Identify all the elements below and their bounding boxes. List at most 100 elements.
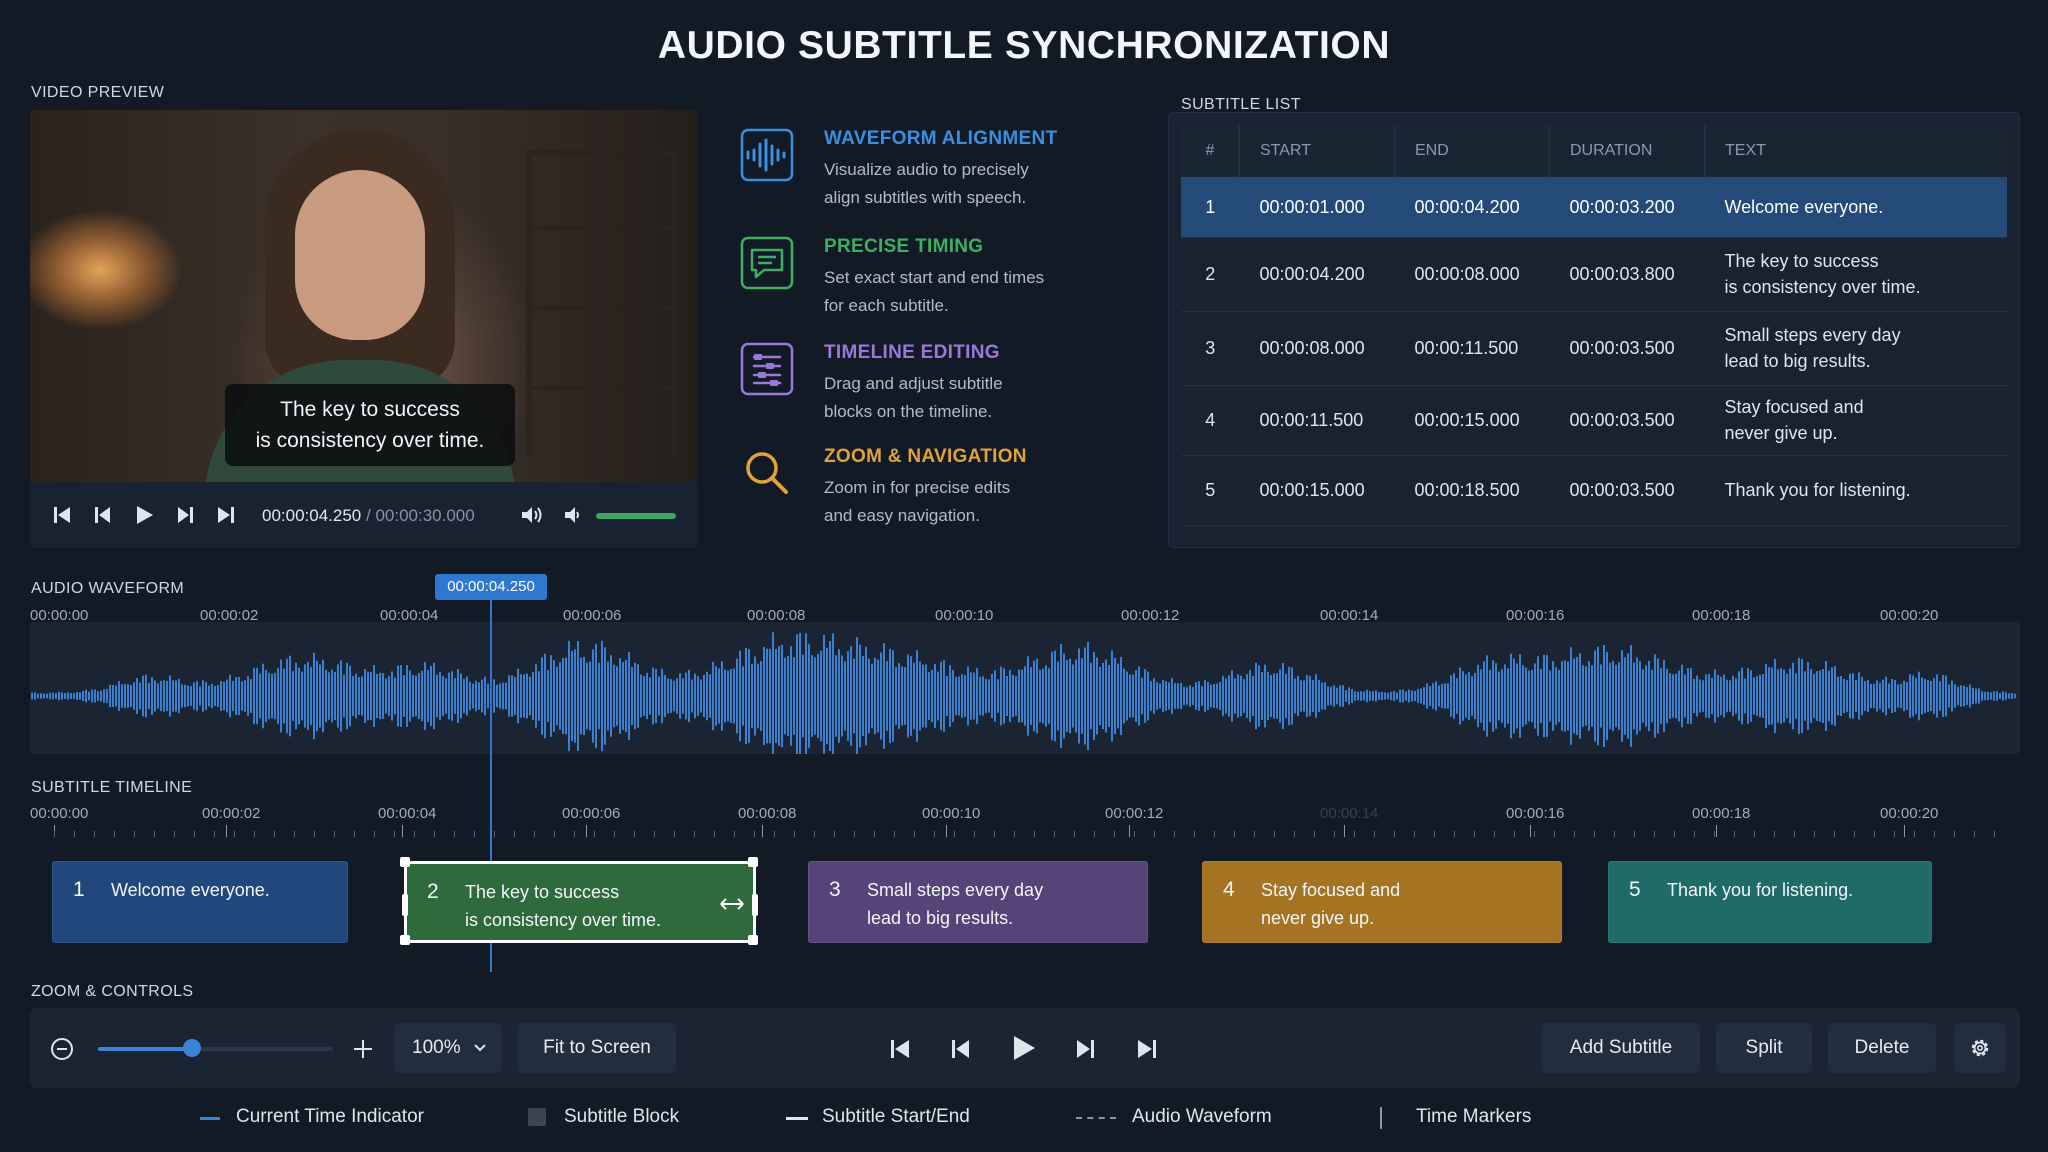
row-number: 2 bbox=[1181, 237, 1240, 312]
video-subtitle-overlay: The key to success is consistency over t… bbox=[225, 384, 515, 466]
subtitle-block-4[interactable]: 4 Stay focused and never give up. bbox=[1202, 861, 1562, 943]
time-marker-label: 00:00:16 bbox=[1506, 805, 1565, 822]
skip-to-end-icon[interactable] bbox=[216, 505, 236, 525]
add-subtitle-button[interactable]: Add Subtitle bbox=[1542, 1023, 1700, 1073]
play-icon[interactable] bbox=[134, 505, 154, 525]
feature-description: Set exact start and end times for each su… bbox=[824, 264, 1124, 320]
time-marker-minor bbox=[1794, 831, 1795, 837]
subtitle-block-line-2: is consistency over time. bbox=[465, 910, 662, 930]
zoom-slider-handle[interactable] bbox=[183, 1039, 201, 1057]
subtitle-block-3[interactable]: 3 Small steps every day lead to big result… bbox=[808, 861, 1148, 943]
row-duration: 00:00:03.800 bbox=[1549, 237, 1705, 312]
time-marker-minor bbox=[254, 831, 255, 837]
zoom-level-select[interactable]: 100% bbox=[394, 1023, 502, 1073]
resize-handle[interactable] bbox=[748, 935, 758, 945]
column-header-end[interactable]: END bbox=[1394, 125, 1550, 177]
time-marker-minor bbox=[1174, 831, 1175, 837]
audio-waveform-panel[interactable] bbox=[30, 622, 2020, 760]
feature-title: WAVEFORM ALIGNMENT bbox=[824, 128, 1058, 149]
subtitle-block-number: 3 bbox=[829, 878, 841, 901]
column-header-start[interactable]: START bbox=[1239, 125, 1395, 177]
time-marker-minor bbox=[834, 831, 835, 837]
time-marker-minor bbox=[734, 831, 735, 837]
time-marker-minor bbox=[1294, 831, 1295, 837]
video-frame[interactable]: The key to success is consistency over t… bbox=[30, 110, 698, 482]
volume-low-icon[interactable] bbox=[563, 505, 583, 525]
subtitle-block-5[interactable]: 5 Thank you for listening. bbox=[1608, 861, 1932, 943]
time-marker-minor bbox=[754, 831, 755, 837]
table-row[interactable]: 5 00:00:15.000 00:00:18.500 00:00:03.500 Tha… bbox=[1181, 455, 2007, 526]
subtitle-block-line-2: lead to big results. bbox=[867, 908, 1014, 928]
table-row[interactable]: 4 00:00:11.500 00:00:15.000 00:00:03.500 Sta… bbox=[1181, 385, 2007, 456]
zoom-in-icon[interactable] bbox=[352, 1038, 374, 1060]
row-text-line-1: Welcome everyone. bbox=[1724, 196, 1884, 217]
resize-handle[interactable] bbox=[748, 857, 758, 867]
delete-button[interactable]: Delete bbox=[1828, 1023, 1936, 1073]
previous-frame-icon[interactable] bbox=[93, 505, 113, 525]
time-marker-label: 00:00:14 bbox=[1320, 805, 1379, 822]
end-trim-handle[interactable] bbox=[752, 894, 758, 916]
row-text: Stay focused and never give up. bbox=[1704, 385, 2007, 456]
time-marker-minor bbox=[934, 831, 935, 837]
subtitle-block-2[interactable]: 2 The key to success is consistency over t… bbox=[400, 857, 758, 945]
start-trim-handle[interactable] bbox=[402, 894, 408, 916]
row-start-time: 00:00:15.000 bbox=[1239, 455, 1395, 526]
volume-icon[interactable] bbox=[520, 505, 544, 525]
subtitle-block-1[interactable]: 1 Welcome everyone. bbox=[52, 861, 348, 943]
row-number: 1 bbox=[1181, 177, 1240, 238]
time-marker-minor bbox=[814, 831, 815, 837]
legend-label: Audio Waveform bbox=[1132, 1106, 1272, 1127]
skip-to-start-icon[interactable] bbox=[52, 505, 72, 525]
row-text: Small steps every day lead to big results… bbox=[1704, 311, 2007, 386]
chevron-down-icon bbox=[474, 1044, 486, 1052]
skip-to-end-icon[interactable] bbox=[1136, 1038, 1158, 1060]
play-icon[interactable] bbox=[1010, 1035, 1036, 1061]
time-marker-minor bbox=[854, 831, 855, 837]
feature-description-line-1: Zoom in for precise edits bbox=[824, 478, 1011, 497]
zoom-level-value: 100% bbox=[412, 1037, 461, 1058]
table-row[interactable]: 2 00:00:04.200 00:00:08.000 00:00:03.800 The… bbox=[1181, 237, 2007, 312]
column-header-duration[interactable]: DURATION bbox=[1549, 125, 1705, 177]
feature-title: PRECISE TIMING bbox=[824, 236, 984, 257]
time-marker-minor bbox=[894, 831, 895, 837]
resize-handle[interactable] bbox=[400, 857, 410, 867]
magnifier-icon bbox=[746, 452, 788, 494]
volume-slider[interactable] bbox=[596, 513, 676, 519]
fit-to-screen-button[interactable]: Fit to Screen bbox=[518, 1023, 676, 1073]
time-marker-minor bbox=[574, 831, 575, 837]
square-icon bbox=[528, 1108, 546, 1126]
row-start-time: 00:00:11.500 bbox=[1239, 385, 1395, 456]
table-row[interactable]: 3 00:00:08.000 00:00:11.500 00:00:03.500 Sma… bbox=[1181, 311, 2007, 386]
playhead-time-badge[interactable]: 00:00:04.250 bbox=[435, 574, 547, 600]
settings-button[interactable] bbox=[1954, 1023, 2006, 1073]
skip-to-start-icon[interactable] bbox=[889, 1038, 911, 1060]
time-marker-minor bbox=[1214, 831, 1215, 837]
overlay-line-1: The key to success bbox=[280, 398, 460, 421]
column-header-text[interactable]: TEXT bbox=[1704, 125, 2007, 177]
time-marker-minor bbox=[394, 831, 395, 837]
time-marker-label: 00:00:10 bbox=[922, 805, 981, 822]
resize-handle[interactable] bbox=[400, 935, 410, 945]
subtitle-list-panel: # START END DURATION TEXT 1 00:00:01.000 0… bbox=[1168, 112, 2020, 548]
time-marker-minor bbox=[1414, 831, 1415, 837]
feature-description-line-1: Visualize audio to precisely bbox=[824, 160, 1029, 179]
previous-frame-icon[interactable] bbox=[950, 1038, 972, 1060]
zoom-out-icon[interactable] bbox=[50, 1037, 74, 1061]
next-frame-icon[interactable] bbox=[1074, 1038, 1096, 1060]
time-marker-minor bbox=[694, 831, 695, 837]
time-marker-label: 00:00:02 bbox=[202, 805, 261, 822]
subtitle-table: # START END DURATION TEXT 1 00:00:01.000 0… bbox=[1181, 125, 2007, 526]
time-marker-minor bbox=[294, 831, 295, 837]
table-row[interactable]: 1 00:00:01.000 00:00:04.200 00:00:03.200 Wel… bbox=[1181, 177, 2007, 238]
feature-timeline: TIMELINE EDITING Drag and adjust subtitle… bbox=[740, 342, 1120, 442]
time-marker-minor bbox=[1274, 831, 1275, 837]
time-marker-label: 00:00:18 bbox=[1692, 805, 1751, 822]
time-marker-major bbox=[1344, 825, 1345, 837]
subtitle-block-line-1: The key to success bbox=[465, 882, 620, 902]
column-header-number[interactable]: # bbox=[1181, 125, 1240, 177]
next-frame-icon[interactable] bbox=[175, 505, 195, 525]
video-preview-label: VIDEO PREVIEW bbox=[31, 84, 165, 101]
time-marker-minor bbox=[114, 831, 115, 837]
split-button[interactable]: Split bbox=[1716, 1023, 1812, 1073]
feature-description-line-1: Drag and adjust subtitle bbox=[824, 374, 1003, 393]
